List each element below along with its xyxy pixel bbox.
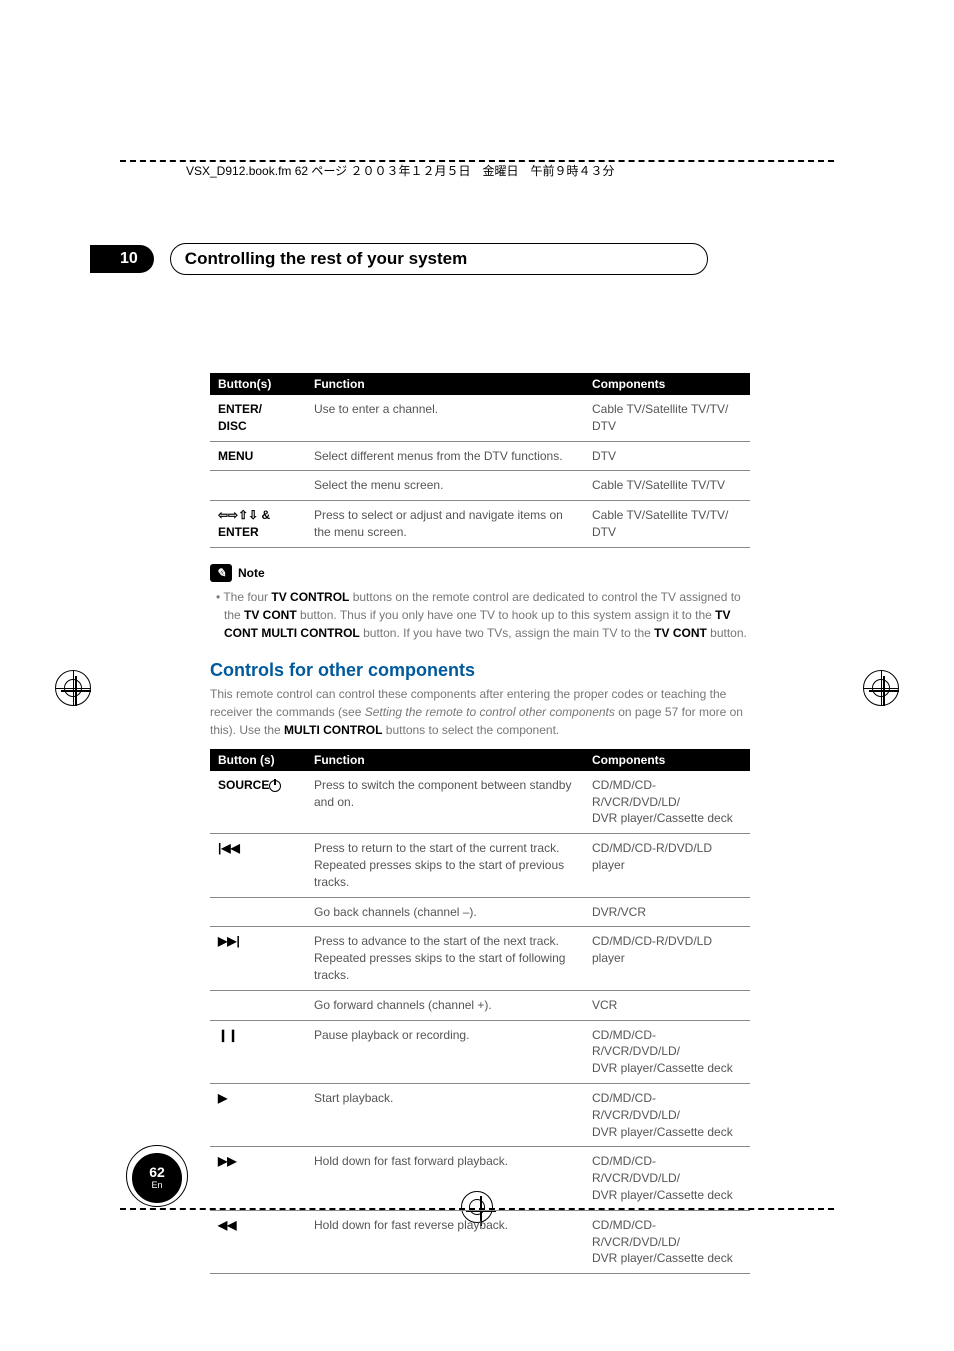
components: Cable TV/Satellite TV/TV — [584, 471, 750, 501]
components: CD/MD/CD-R/VCR/DVD/LD/ DVR player/Casset… — [584, 771, 750, 834]
button-name: SOURCE — [210, 771, 306, 834]
function-desc: Use to enter a channel. — [306, 395, 584, 441]
table-row: Select the menu screen. Cable TV/Satelli… — [210, 471, 750, 501]
table-row: ❙❙ Pause playback or recording. CD/MD/CD… — [210, 1020, 750, 1083]
function-desc: Hold down for fast reverse playback. — [306, 1210, 584, 1273]
table-buttons-2: Button (s) Function Components SOURCE Pr… — [210, 749, 750, 1274]
pencil-icon: ✎ — [210, 564, 232, 582]
pause-icon: ❙❙ — [210, 1020, 306, 1083]
table-row: SOURCE Press to switch the component bet… — [210, 771, 750, 834]
note-label: Note — [238, 566, 265, 580]
table-row: ENTER/ DISC Use to enter a channel. Cabl… — [210, 395, 750, 441]
components: CD/MD/CD-R/VCR/DVD/LD/ DVR player/Casset… — [584, 1020, 750, 1083]
section-heading: Controls for other components — [210, 660, 750, 681]
registration-mark-right — [863, 670, 899, 706]
prev-track-icon: |◀◀ — [210, 834, 306, 897]
components: CD/MD/CD-R/DVD/LD player — [584, 834, 750, 897]
next-track-icon: ▶▶| — [210, 927, 306, 990]
components: Cable TV/Satellite TV/TV/ DTV — [584, 395, 750, 441]
table-row: |◀◀ Press to return to the start of the … — [210, 834, 750, 897]
table-header: Components — [584, 749, 750, 771]
table-header: Function — [306, 373, 584, 395]
components: CD/MD/CD-R/DVD/LD player — [584, 927, 750, 990]
play-icon: ▶ — [210, 1083, 306, 1146]
table-row: ⇦⇨⇧⇩ & ENTER Press to select or adjust a… — [210, 501, 750, 548]
table-row: ▶▶| Press to advance to the start of the… — [210, 927, 750, 990]
function-desc: Press to advance to the start of the nex… — [306, 927, 584, 990]
button-name — [210, 897, 306, 927]
table-row: ▶ Start playback. CD/MD/CD-R/VCR/DVD/LD/… — [210, 1083, 750, 1146]
button-name — [210, 990, 306, 1020]
power-icon — [269, 780, 281, 792]
function-desc: Go forward channels (channel +). — [306, 990, 584, 1020]
table-buttons-1: Button(s) Function Components ENTER/ DIS… — [210, 373, 750, 548]
components: CD/MD/CD-R/VCR/DVD/LD/ DVR player/Casset… — [584, 1210, 750, 1273]
table-header: Components — [584, 373, 750, 395]
table-header: Function — [306, 749, 584, 771]
components: DTV — [584, 441, 750, 471]
button-name: ENTER/ DISC — [210, 395, 306, 441]
table-header: Button(s) — [210, 373, 306, 395]
page-language: En — [151, 1179, 162, 1192]
note-header: ✎ Note — [210, 564, 750, 582]
components: CD/MD/CD-R/VCR/DVD/LD/ DVR player/Casset… — [584, 1147, 750, 1210]
function-desc: Press to select or adjust and navigate i… — [306, 501, 584, 548]
fast-reverse-icon: ◀◀ — [210, 1210, 306, 1273]
function-desc: Start playback. — [306, 1083, 584, 1146]
table-row: Go forward channels (channel +). VCR — [210, 990, 750, 1020]
function-desc: Press to switch the component between st… — [306, 771, 584, 834]
function-desc: Press to return to the start of the curr… — [306, 834, 584, 897]
function-desc: Select different menus from the DTV func… — [306, 441, 584, 471]
fast-forward-icon: ▶▶ — [210, 1147, 306, 1210]
components: DVR/VCR — [584, 897, 750, 927]
components: VCR — [584, 990, 750, 1020]
registration-mark-left — [55, 670, 91, 706]
note-body: • The four TV CONTROL buttons on the rem… — [210, 588, 750, 642]
table-row: Go back channels (channel –). DVR/VCR — [210, 897, 750, 927]
page-number: 62 — [149, 1165, 165, 1179]
components: Cable TV/Satellite TV/TV/ DTV — [584, 501, 750, 548]
chapter-number: 10 — [90, 245, 154, 273]
table-row: ▶▶ Hold down for fast forward playback. … — [210, 1147, 750, 1210]
chapter-title: Controlling the rest of your system — [185, 249, 467, 269]
function-desc: Hold down for fast forward playback. — [306, 1147, 584, 1210]
page-number-box: 62 En — [132, 1153, 172, 1201]
function-desc: Go back channels (channel –). — [306, 897, 584, 927]
book-page-label: VSX_D912.book.fm 62 ページ ２００３年１２月５日 金曜日 午… — [180, 162, 621, 179]
table-row: ◀◀ Hold down for fast reverse playback. … — [210, 1210, 750, 1273]
section-paragraph: This remote control can control these co… — [210, 685, 750, 739]
function-desc: Select the menu screen. — [306, 471, 584, 501]
button-name: ⇦⇨⇧⇩ & ENTER — [210, 501, 306, 548]
chapter-header: 10 Controlling the rest of your system — [120, 244, 794, 274]
components: CD/MD/CD-R/VCR/DVD/LD/ DVR player/Casset… — [584, 1083, 750, 1146]
button-name: MENU — [210, 441, 306, 471]
function-desc: Pause playback or recording. — [306, 1020, 584, 1083]
table-header: Button (s) — [210, 749, 306, 771]
table-row: MENU Select different menus from the DTV… — [210, 441, 750, 471]
button-name — [210, 471, 306, 501]
